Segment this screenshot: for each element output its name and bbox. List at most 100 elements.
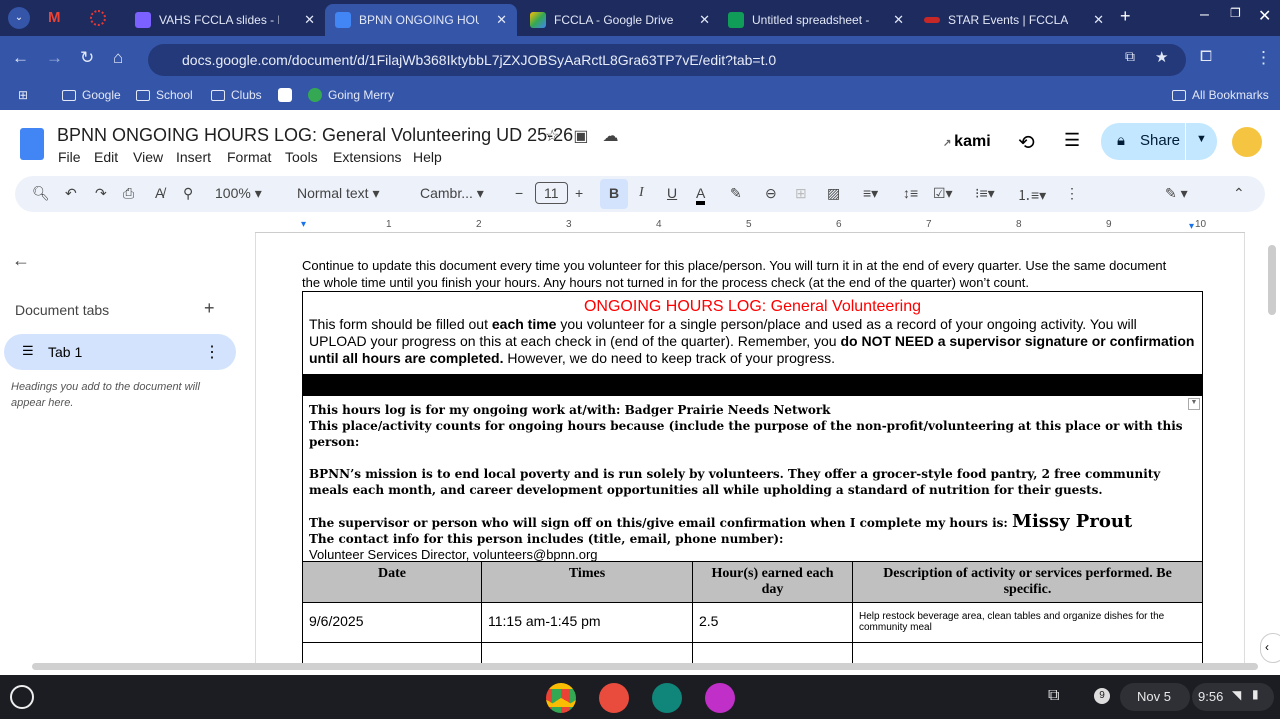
bookmark-school[interactable]: School bbox=[136, 88, 193, 102]
decrease-font-size[interactable]: − bbox=[515, 185, 523, 201]
underline-button[interactable]: U bbox=[667, 185, 677, 201]
share-dropdown-icon[interactable]: ▼ bbox=[1196, 133, 1207, 145]
menu-tools[interactable]: Tools bbox=[285, 149, 318, 165]
left-indent-marker[interactable]: ▾ bbox=[301, 219, 306, 230]
document-page[interactable]: Continue to update this document every t… bbox=[255, 233, 1245, 663]
restore-button[interactable]: ❐ bbox=[1230, 6, 1241, 20]
canvas-app-icon[interactable] bbox=[705, 683, 735, 713]
apps-icon[interactable]: ⊞ bbox=[18, 88, 28, 102]
notification-count[interactable]: 9 bbox=[1094, 688, 1110, 704]
line-spacing-icon[interactable]: ↕≡ bbox=[903, 185, 918, 201]
home-icon[interactable]: ⌂ bbox=[113, 48, 123, 68]
close-icon[interactable]: ✕ bbox=[699, 12, 710, 28]
close-icon[interactable]: ✕ bbox=[496, 12, 507, 28]
tab-bpnn-doc[interactable]: BPNN ONGOING HOURS L✕ bbox=[325, 4, 517, 36]
checklist-icon[interactable]: ☑▾ bbox=[933, 185, 953, 202]
bookmark-icon[interactable] bbox=[278, 88, 292, 102]
text-color-button[interactable]: A bbox=[696, 185, 706, 205]
font-select[interactable]: Cambr... ▾ bbox=[420, 185, 484, 202]
insert-image-icon[interactable]: ▨ bbox=[827, 185, 840, 202]
bulleted-list-icon[interactable]: ⁝≡▾ bbox=[975, 185, 995, 202]
highlight-icon[interactable]: ✎ bbox=[730, 185, 742, 202]
bold-button[interactable]: B bbox=[600, 179, 628, 209]
spellcheck-icon[interactable]: A̸ bbox=[155, 185, 164, 201]
install-icon[interactable]: ⧉ bbox=[1125, 48, 1135, 65]
bookmark-google[interactable]: Google bbox=[62, 88, 121, 102]
collapse-toolbar-icon[interactable]: ⌃ bbox=[1233, 185, 1245, 202]
forward-icon[interactable]: → bbox=[46, 48, 63, 68]
align-icon[interactable]: ≡▾ bbox=[863, 185, 878, 202]
back-icon[interactable]: ← bbox=[12, 48, 29, 68]
table-row[interactable] bbox=[302, 642, 1203, 663]
dropdown-icon[interactable]: ▼ bbox=[1188, 398, 1200, 410]
close-icon[interactable]: ✕ bbox=[304, 12, 315, 28]
paint-app-icon[interactable] bbox=[599, 683, 629, 713]
side-panel-toggle[interactable]: ‹ bbox=[1260, 633, 1280, 663]
ruler[interactable]: ▾ 1 2 3 4 5 6 7 8 9 10 ▾ bbox=[255, 219, 1245, 233]
extensions-icon[interactable]: ⧠ bbox=[1200, 48, 1212, 65]
back-arrow-icon[interactable]: ← bbox=[12, 250, 30, 271]
editing-mode-icon[interactable]: ✎ ▾ bbox=[1165, 185, 1188, 202]
menu-file[interactable]: File bbox=[58, 149, 81, 165]
menu-format[interactable]: Format bbox=[227, 149, 271, 165]
avatar[interactable] bbox=[1230, 125, 1264, 159]
italic-button[interactable]: I bbox=[639, 185, 644, 201]
tab-1[interactable]: ☰ Tab 1 ⋮ bbox=[4, 334, 236, 370]
bookmark-star-icon[interactable]: ★ bbox=[1155, 48, 1168, 66]
undo-icon[interactable]: ↶ bbox=[65, 185, 77, 202]
menu-help[interactable]: Help bbox=[413, 149, 442, 165]
tab-search-button[interactable]: ⌄ bbox=[8, 7, 30, 29]
link-icon[interactable]: ⊖ bbox=[765, 185, 777, 202]
document-title[interactable]: BPNN ONGOING HOURS LOG: General Voluntee… bbox=[57, 125, 573, 146]
table-row[interactable]: 9/6/2025 11:15 am-1:45 pm 2.5 Help resto… bbox=[302, 602, 1203, 643]
clipboard-icon[interactable]: ⧉ bbox=[1048, 687, 1059, 705]
font-size-input[interactable]: 11 bbox=[535, 182, 568, 204]
docs-logo[interactable] bbox=[20, 128, 44, 160]
bookmark-going-merry[interactable]: Going Merry bbox=[308, 88, 394, 102]
increase-font-size[interactable]: + bbox=[575, 185, 583, 201]
search-menus-icon[interactable]: 🔍︎ bbox=[32, 185, 50, 202]
style-select[interactable]: Normal text ▾ bbox=[297, 185, 380, 202]
tab-star-events[interactable]: STAR Events | FCCLA ✕ bbox=[914, 4, 1114, 36]
tab-spreadsheet[interactable]: Untitled spreadsheet - Goo✕ bbox=[718, 4, 914, 36]
minimize-button[interactable]: – bbox=[1200, 6, 1209, 24]
address-bar[interactable]: docs.google.com/document/d/1FilajWb368Ik… bbox=[148, 44, 1186, 76]
menu-edit[interactable]: Edit bbox=[94, 149, 118, 165]
close-icon[interactable]: ✕ bbox=[893, 12, 904, 28]
redo-icon[interactable]: ↷ bbox=[95, 185, 107, 202]
launcher-button[interactable] bbox=[10, 685, 34, 709]
cloud-saved-icon[interactable]: ☁ bbox=[602, 126, 618, 146]
numbered-list-icon[interactable]: ⒈≡▾ bbox=[1017, 185, 1046, 205]
horizontal-scrollbar[interactable] bbox=[32, 663, 1258, 670]
tab-options-icon[interactable]: ⋮ bbox=[204, 342, 220, 362]
battery-icon[interactable]: ▮ bbox=[1252, 687, 1259, 701]
kami-button[interactable]: ↗ kami bbox=[943, 133, 991, 151]
gmail-pinned-tab[interactable]: M bbox=[48, 9, 61, 26]
date-tray[interactable]: Nov 5 bbox=[1137, 689, 1171, 704]
chrome-app-icon[interactable] bbox=[546, 683, 576, 713]
menu-view[interactable]: View bbox=[133, 149, 163, 165]
close-icon[interactable]: ✕ bbox=[1093, 12, 1104, 28]
paint-format-icon[interactable]: ⚲ bbox=[183, 185, 193, 202]
close-window-button[interactable]: ✕ bbox=[1258, 6, 1271, 26]
add-tab-icon[interactable]: + bbox=[204, 298, 215, 319]
pinned-tab[interactable] bbox=[90, 10, 106, 26]
tab-drive[interactable]: FCCLA - Google Drive ✕ bbox=[520, 4, 720, 36]
bookmark-clubs[interactable]: Clubs bbox=[211, 88, 262, 102]
add-comment-icon[interactable]: ⊞ bbox=[795, 185, 807, 202]
more-icon[interactable]: ⋮ bbox=[1065, 185, 1079, 202]
browser-menu-icon[interactable]: ⋮ bbox=[1255, 48, 1272, 68]
right-indent-marker[interactable]: ▾ bbox=[1189, 221, 1194, 232]
menu-extensions[interactable]: Extensions bbox=[333, 149, 401, 165]
menu-insert[interactable]: Insert bbox=[176, 149, 211, 165]
zoom-select[interactable]: 100% ▾ bbox=[215, 185, 262, 202]
new-tab-button[interactable]: + bbox=[1120, 6, 1131, 27]
clock[interactable]: 9:56 bbox=[1198, 689, 1223, 704]
star-icon[interactable]: ☆ bbox=[545, 126, 559, 146]
classroom-app-icon[interactable] bbox=[652, 683, 682, 713]
wifi-icon[interactable]: ◥ bbox=[1232, 688, 1241, 702]
comments-icon[interactable]: ☰ bbox=[1064, 130, 1080, 151]
print-icon[interactable]: ⎙ bbox=[123, 185, 134, 202]
version-history-icon[interactable]: ⟲ bbox=[1018, 130, 1035, 155]
move-folder-icon[interactable]: ▣ bbox=[573, 126, 588, 146]
